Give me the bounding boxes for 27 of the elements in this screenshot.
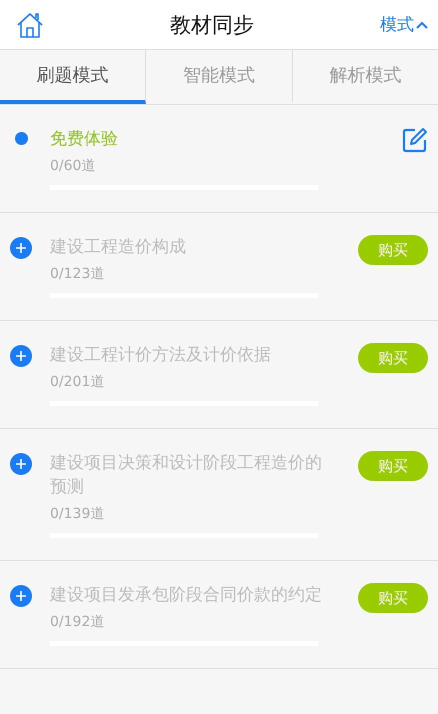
question-count: 0/60道 xyxy=(50,157,96,175)
buy-button[interactable]: 购买 xyxy=(358,583,428,613)
plus-icon[interactable] xyxy=(10,345,32,367)
chapter-title[interactable]: 免费体验 xyxy=(50,127,330,151)
mode-tab[interactable]: 解析模式 xyxy=(292,50,438,104)
plus-icon[interactable] xyxy=(10,453,32,475)
mode-button[interactable]: 模式 xyxy=(380,13,428,36)
plus-icon[interactable] xyxy=(10,237,32,259)
mode-tab[interactable]: 刷题模式 xyxy=(0,50,146,104)
buy-button[interactable]: 购买 xyxy=(358,451,428,481)
chapter-title[interactable]: 建设工程造价构成 xyxy=(50,235,330,259)
question-count: 0/139道 xyxy=(50,505,104,523)
chapter-title[interactable]: 建设工程计价方法及计价依据 xyxy=(50,343,330,367)
buy-button[interactable]: 购买 xyxy=(358,343,428,373)
question-count: 0/192道 xyxy=(50,613,104,631)
bullet-icon xyxy=(15,132,28,145)
caret-icon xyxy=(416,20,428,28)
home-icon[interactable] xyxy=(16,10,44,38)
buy-button[interactable]: 购买 xyxy=(358,235,428,265)
mode-tab[interactable]: 智能模式 xyxy=(146,50,293,104)
plus-icon[interactable] xyxy=(10,585,32,607)
edit-icon[interactable] xyxy=(402,127,428,153)
question-count: 0/123道 xyxy=(50,265,104,283)
chapter-title[interactable]: 建设项目决策和设计阶段工程造价的预测 xyxy=(50,451,330,499)
page-title: 教材同步 xyxy=(170,12,254,38)
question-count: 0/201道 xyxy=(50,373,104,391)
chapter-title[interactable]: 建设项目发承包阶段合同价款的约定 xyxy=(50,583,330,607)
